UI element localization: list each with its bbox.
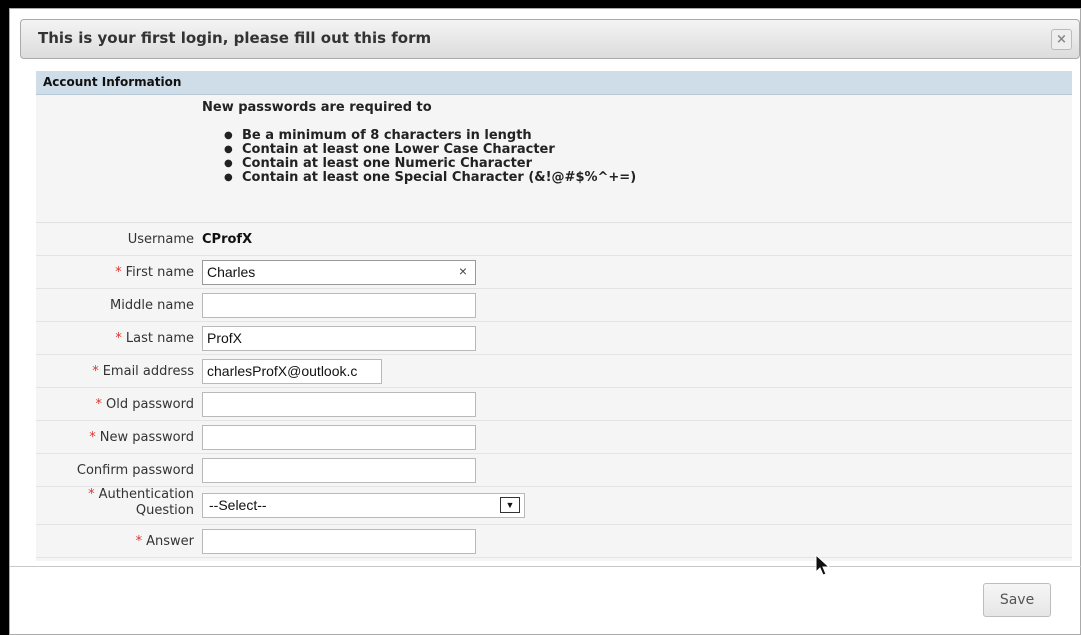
answer-field[interactable] [202,529,476,554]
new-password-field[interactable] [202,425,476,450]
middle-name-label: Middle name [110,298,194,313]
username-row: Username CProfX [36,223,1072,256]
middle-name-field[interactable] [202,293,476,318]
confirm-password-label: Confirm password [76,463,194,478]
section-header-label: Account Information [43,75,182,89]
auth-question-label-line1: Authentication [98,487,194,502]
last-name-label-text: Last name [125,331,194,346]
last-name-row: * Last name ProfX [36,322,1072,355]
requirements-intro: New passwords are required to [202,100,432,115]
required-marker: * [88,487,95,502]
username-label: Username [127,232,194,247]
requirement-item: Contain at least one Special Character (… [202,171,636,186]
last-name-field[interactable]: ProfX [202,326,476,351]
first-name-label-text: First name [125,265,194,280]
auth-question-label-line2: Question [135,503,194,518]
email-row: * Email address charlesProfX@outlook.c [36,355,1072,388]
save-button[interactable]: Save [983,583,1051,617]
form-content: New passwords are required to Be a minim… [36,95,1072,561]
required-marker: * [115,331,122,346]
first-name-row: * First name Charles × [36,256,1072,289]
mouse-cursor-icon [815,554,831,576]
password-requirements: New passwords are required to Be a minim… [36,95,1072,223]
old-password-label-text: Old password [106,397,194,412]
last-name-label: * Last name [115,331,194,346]
requirement-item: Contain at least one Lower Case Characte… [202,143,636,158]
auth-question-selected: --Select-- [209,497,267,513]
confirm-password-row: Confirm password [36,454,1072,487]
auth-question-label: * Authentication Question [88,487,194,519]
old-password-field[interactable] [202,392,476,417]
username-value: CProfX [202,232,253,247]
required-marker: * [92,364,99,379]
email-label: * Email address [92,364,194,379]
first-login-dialog: This is your first login, please fill ou… [9,8,1081,635]
old-password-label: * Old password [96,397,194,412]
new-password-row: * New password [36,421,1072,454]
footer-divider [10,566,1081,567]
required-marker: * [115,265,122,280]
new-password-label-text: New password [99,430,194,445]
middle-name-row: Middle name [36,289,1072,322]
close-icon[interactable]: × [1051,29,1072,50]
answer-row: * Answer [36,525,1072,558]
section-header: Account Information [36,71,1072,95]
chevron-down-icon[interactable]: ▼ [500,497,520,513]
required-marker: * [89,430,96,445]
required-marker: * [95,397,103,412]
requirement-item: Be a minimum of 8 characters in length [202,129,636,144]
auth-question-row: * Authentication Question --Select-- ▼ [36,487,1072,525]
requirement-item: Contain at least one Numeric Character [202,157,636,172]
answer-label-text: Answer [146,534,194,549]
requirements-list: Be a minimum of 8 characters in length C… [202,129,636,186]
old-password-row: * Old password [36,388,1072,421]
email-label-text: Email address [102,364,194,379]
dialog-titlebar[interactable]: This is your first login, please fill ou… [20,19,1080,59]
auth-question-select[interactable]: --Select-- ▼ [202,493,525,518]
first-name-label: * First name [115,265,194,280]
email-field[interactable]: charlesProfX@outlook.c [202,359,382,384]
answer-label: * Answer [136,534,194,549]
confirm-password-field[interactable] [202,458,476,483]
new-password-label: * New password [89,430,194,445]
first-name-value: Charles [207,264,256,280]
clear-icon[interactable]: × [459,263,467,280]
required-marker: * [135,534,143,549]
dialog-title: This is your first login, please fill ou… [38,29,432,47]
first-name-field[interactable]: Charles × [202,260,476,285]
